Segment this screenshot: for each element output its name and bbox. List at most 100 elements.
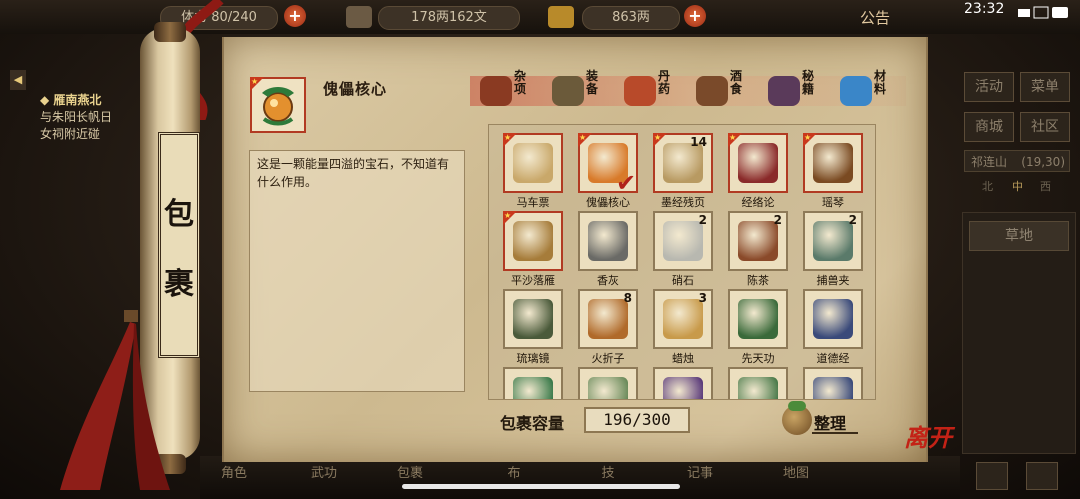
inventory-slot[interactable]: 先天功	[728, 289, 788, 365]
category-tab[interactable]: 丹药	[614, 70, 674, 110]
sort-button[interactable]: 整理	[782, 401, 862, 437]
inventory-slot[interactable]: ★ 14 墨经残页	[653, 133, 713, 209]
item-icon	[513, 377, 553, 399]
item-name: 先天功	[741, 352, 775, 365]
nav-bag[interactable]: 包裹	[386, 462, 434, 498]
scroll-title-char: 裹	[164, 267, 194, 302]
category-label: 丹药	[658, 69, 671, 96]
slot-frame	[803, 289, 863, 349]
inventory-slot[interactable]	[503, 367, 563, 399]
collapse-arrow-icon[interactable]: ◀	[10, 70, 26, 90]
category-tab[interactable]: 酒食	[686, 70, 746, 110]
slot-frame	[803, 367, 863, 399]
inventory-slot[interactable]: 琉璃镜	[503, 289, 563, 365]
item-icon	[813, 377, 853, 399]
inventory-slot[interactable]	[728, 367, 788, 399]
slot-frame: 8	[578, 289, 638, 349]
slot-frame	[578, 211, 638, 271]
slot-frame	[503, 289, 563, 349]
nav-skills[interactable]: 武功	[300, 462, 348, 498]
inventory-slot[interactable]: ★ 平沙落雁	[503, 211, 563, 287]
item-count: 14	[690, 135, 707, 149]
item-icon	[588, 299, 628, 339]
inventory-slot[interactable]: 3 蜡烛	[653, 289, 713, 365]
gold-display: 863两	[582, 6, 680, 30]
slot-frame: 2	[803, 211, 863, 271]
item-name: 火折子	[591, 352, 625, 365]
menu-button[interactable]: 菜单	[1020, 72, 1070, 102]
category-icon	[480, 76, 512, 106]
inventory-slot[interactable]: 2 硝石	[653, 211, 713, 287]
item-icon	[738, 143, 778, 183]
category-icon	[624, 76, 656, 106]
inventory-slot[interactable]: 道德经	[803, 289, 863, 365]
inventory-slot[interactable]: ★ ✔ 傀儡核心	[578, 133, 638, 209]
nav-character[interactable]: 角色	[210, 462, 258, 498]
direction-center[interactable]: 中	[1012, 178, 1023, 194]
inventory-slot[interactable]: ★ 瑶琴	[803, 133, 863, 209]
sort-label: 整理	[814, 414, 847, 433]
nav-map[interactable]: 地图	[772, 462, 820, 498]
category-label: 酒食	[730, 69, 743, 96]
community-button[interactable]: 社区	[1020, 112, 1070, 142]
activity-button[interactable]: 活动	[964, 72, 1014, 102]
category-label: 装备	[586, 69, 599, 96]
category-icon	[840, 76, 872, 106]
item-icon	[663, 221, 703, 261]
direction-west[interactable]: 西	[1040, 178, 1051, 194]
inventory-slot[interactable]: ★ 经络论	[728, 133, 788, 209]
item-count: 2	[698, 213, 707, 227]
capacity-label: 包裹容量	[500, 414, 565, 433]
status-clock: 23:32	[964, 1, 1005, 17]
add-gold-button[interactable]: +	[684, 5, 706, 27]
item-name: 硝石	[672, 274, 694, 287]
scroll-cap-top	[154, 22, 186, 42]
nav-journal[interactable]: 记事	[676, 462, 724, 498]
corner-button[interactable]	[976, 462, 1008, 490]
category-tab[interactable]: 杂项	[470, 70, 530, 110]
inventory-slot[interactable]: 2 陈茶	[728, 211, 788, 287]
item-icon	[738, 377, 778, 399]
slot-frame: 3	[653, 289, 713, 349]
item-icon	[663, 143, 703, 183]
item-description: 这是一颗能量四溢的宝石，不知道有什么作用。	[249, 150, 465, 392]
silver-display: 178两162文	[378, 6, 520, 30]
inventory-slot[interactable]: 香灰	[578, 211, 638, 287]
item-name: 陈茶	[747, 274, 769, 287]
category-label: 材料	[874, 69, 887, 96]
category-tab[interactable]: 材料	[830, 70, 890, 110]
quest-line: 女祠附近碰	[40, 127, 101, 141]
add-stamina-button[interactable]: +	[284, 5, 306, 27]
slot-frame: ★	[728, 133, 788, 193]
notice-button[interactable]: 公告	[860, 7, 890, 28]
inventory-slot[interactable]: ★ 马车票	[503, 133, 563, 209]
battery-icon	[1018, 6, 1068, 19]
category-tab[interactable]: 装备	[542, 70, 602, 110]
shop-button[interactable]: 商城	[964, 112, 1014, 142]
nav-cloth[interactable]: 布	[490, 462, 538, 498]
nav-craft[interactable]: 技	[584, 462, 632, 498]
inventory-slot[interactable]: 8 火折子	[578, 289, 638, 365]
slot-frame	[728, 289, 788, 349]
tassel-decoration	[60, 310, 170, 490]
category-label: 杂项	[514, 69, 527, 96]
inventory-slot[interactable]	[578, 367, 638, 399]
inventory-slot[interactable]	[803, 367, 863, 399]
quest-tracker[interactable]: ◆ 雁南燕北 与朱阳长帆日 女祠附近碰	[40, 92, 112, 143]
terrain-button[interactable]: 草地	[969, 221, 1069, 251]
coin-icon	[346, 6, 372, 28]
inventory-slot[interactable]: 2 捕兽夹	[803, 211, 863, 287]
leave-button[interactable]: 离开	[904, 418, 952, 453]
direction-north[interactable]: 北	[982, 178, 993, 194]
corner-button[interactable]	[1026, 462, 1058, 490]
inventory-slot[interactable]	[653, 367, 713, 399]
item-count: 3	[698, 291, 707, 305]
terrain-label: 草地	[1005, 228, 1033, 244]
slot-frame	[503, 367, 563, 399]
slot-frame: 2	[728, 211, 788, 271]
category-tab[interactable]: 秘籍	[758, 70, 818, 110]
direction-bar: 北 中 西	[964, 178, 1070, 196]
item-name: 瑶琴	[822, 196, 844, 209]
item-icon	[588, 221, 628, 261]
item-icon	[663, 299, 703, 339]
